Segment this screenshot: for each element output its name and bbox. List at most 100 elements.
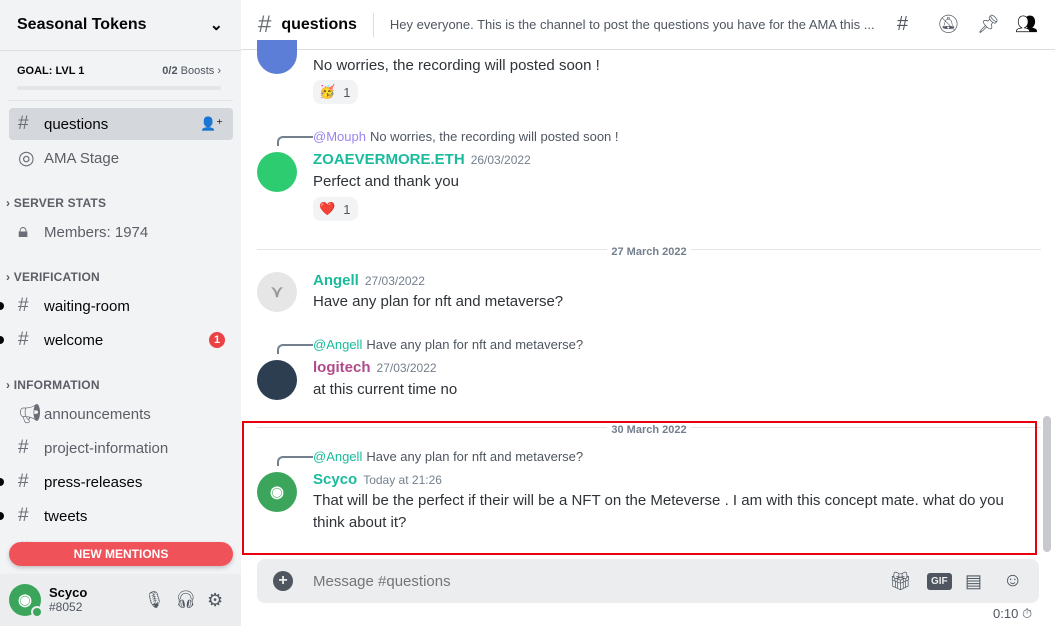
new-mentions-button[interactable]: NEW MENTIONS (9, 542, 233, 566)
date-divider: 27 March 2022 (257, 246, 1041, 268)
party-emoji-icon: 🥳 (319, 84, 336, 99)
message-text: Perfect and thank you (313, 173, 459, 190)
channel-welcome[interactable]: # welcome 1 (0, 324, 233, 356)
timestamp: 27/03/2022 (376, 361, 437, 375)
member-list-icon[interactable]: 👥︎ (1015, 14, 1038, 35)
channel-label: questions (44, 115, 109, 133)
boost-label: Boosts (180, 65, 215, 77)
timer-text: 0:10 (993, 606, 1019, 621)
channel-press-releases[interactable]: # press-releases (0, 466, 233, 498)
channel-label: welcome (44, 331, 104, 349)
divider (372, 12, 374, 37)
reply-mention: @Mouph (313, 129, 366, 144)
category-label: SERVER STATS (13, 196, 107, 210)
threads-icon[interactable]: # (897, 13, 908, 36)
channel-label: Members: 1974 (44, 223, 149, 241)
server-header[interactable]: Seasonal Tokens ⌄ (0, 0, 241, 51)
lock-icon: 🔒︎ (18, 221, 29, 242)
server-name: Seasonal Tokens (17, 16, 147, 33)
hash-lock-icon: # (258, 10, 272, 38)
avatar[interactable]: ◉ (9, 584, 43, 618)
reply-spine (277, 344, 313, 354)
gif-button[interactable]: GIF (927, 572, 952, 590)
author-name[interactable]: Angell (313, 272, 359, 289)
hash-lock-icon: # (18, 505, 29, 526)
category-label: INFORMATION (13, 378, 100, 392)
message-composer: + 🎁︎ GIF ▤ ☺ (257, 559, 1039, 603)
channel-label: press-releases (44, 473, 143, 491)
channel-tweets[interactable]: # tweets (0, 500, 233, 532)
add-member-icon[interactable]: 👤⁺ (200, 116, 223, 132)
username: Scyco (49, 585, 88, 600)
channel-ama-stage[interactable]: ◎ AMA Stage (9, 142, 233, 174)
chevron-down-icon: ⌄ (209, 17, 223, 34)
gear-icon[interactable]: ⚙ (207, 590, 223, 611)
channel-label: project-information (44, 439, 169, 457)
category-information[interactable]: › INFORMATION (6, 378, 100, 392)
category-label: VERIFICATION (13, 270, 100, 284)
channel-members[interactable]: 🔒︎ Members: 1974 (9, 216, 233, 248)
category-server-stats[interactable]: › SERVER STATS (6, 196, 106, 210)
channel-waiting-room[interactable]: # waiting-room (0, 290, 233, 322)
boost-goal[interactable]: GOAL: LVL 1 0/2 Boosts › (0, 51, 241, 77)
channel-label: announcements (44, 405, 151, 423)
gift-icon[interactable]: 🎁︎ (889, 571, 912, 592)
author-name[interactable]: logitech (313, 359, 371, 376)
message-text: Have any plan for nft and metaverse? (313, 293, 564, 310)
hash-lock-icon: # (18, 471, 29, 492)
reaction-button[interactable]: ❤️ 1 (313, 197, 358, 221)
avatar[interactable] (257, 360, 297, 400)
boost-count: 0/2 (162, 65, 178, 77)
reaction-count: 1 (343, 84, 351, 100)
channel-label: waiting-room (44, 297, 130, 315)
avatar[interactable] (257, 152, 297, 192)
reply-mention: @Angell (313, 337, 363, 352)
online-status-icon (31, 606, 43, 618)
heart-emoji-icon: ❤️ (319, 201, 336, 216)
channel-sidebar: Seasonal Tokens ⌄ GOAL: LVL 1 0/2 Boosts ›… (0, 0, 241, 626)
timestamp: 27/03/2022 (364, 274, 425, 288)
boost-progress-bar (17, 86, 221, 90)
author-name[interactable]: ZOAEVERMORE.ETH (313, 151, 465, 168)
channel-questions[interactable]: # questions 👤⁺ (9, 108, 233, 140)
user-panel: ◉ Scyco #8052 🎙︎ 🎧︎ ⚙ (0, 574, 241, 626)
stopwatch-icon: ⏱ (1021, 606, 1033, 621)
hash-icon: # (18, 329, 29, 350)
goal-label: GOAL: LVL 1 (17, 65, 85, 77)
divider (8, 100, 233, 101)
avatar[interactable] (257, 40, 297, 74)
stage-icon: ◎ (18, 147, 35, 169)
pin-icon[interactable]: 📌︎ (977, 14, 1000, 35)
timestamp: 26/03/2022 (470, 153, 531, 167)
channel-header: # questions Hey everyone. This is the ch… (241, 0, 1055, 50)
channel-label: AMA Stage (44, 149, 120, 167)
channel-project-information[interactable]: # project-information (9, 432, 233, 464)
headphones-icon[interactable]: 🎧︎ (175, 590, 197, 610)
reply-spine (277, 136, 313, 146)
user-tag: #8052 (49, 600, 83, 614)
scrollbar[interactable] (1043, 416, 1051, 552)
reaction-button[interactable]: 🥳 1 (313, 80, 358, 104)
slowmode-timer: 0:10 ⏱ (993, 606, 1032, 622)
reply-preview[interactable]: @Angell Have any plan for nft and metaver… (313, 337, 583, 352)
mic-muted-icon[interactable]: 🎙︎ (144, 590, 164, 610)
channel-label: tweets (44, 507, 88, 525)
hash-lock-icon: # (18, 113, 29, 134)
reply-text: No worries, the recording will posted so… (369, 129, 619, 144)
reaction-count: 1 (343, 201, 351, 217)
emoji-icon[interactable]: ☺ (1003, 570, 1022, 592)
category-verification[interactable]: › VERIFICATION (6, 270, 100, 284)
notification-muted-icon[interactable]: 🔕︎ (937, 14, 960, 35)
date-label: 27 March 2022 (607, 246, 691, 258)
highlight-box (242, 421, 1037, 555)
message-text: at this current time no (313, 381, 458, 398)
channel-title: questions (281, 15, 357, 33)
reply-text: Have any plan for nft and metaverse? (366, 337, 584, 352)
reply-preview[interactable]: @Mouph No worries, the recording will pos… (313, 129, 619, 144)
avatar[interactable]: ⋎ (257, 272, 297, 312)
message-input[interactable] (313, 572, 853, 590)
channel-announcements[interactable]: 📢︎ announcements (9, 398, 233, 430)
add-attachment-icon[interactable]: + (273, 571, 293, 591)
channel-topic[interactable]: Hey everyone. This is the channel to pos… (390, 17, 880, 32)
sticker-icon[interactable]: ▤ (965, 571, 982, 592)
